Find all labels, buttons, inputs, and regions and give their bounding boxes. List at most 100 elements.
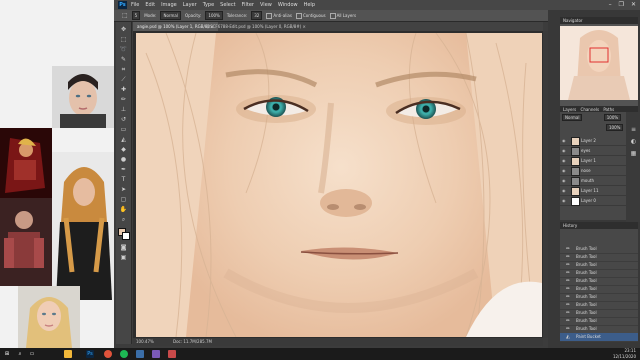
navigator-title[interactable]: Navigator bbox=[560, 18, 583, 23]
healing-tool-icon[interactable]: ✚ bbox=[119, 86, 128, 94]
eye-icon[interactable]: ◉ bbox=[562, 158, 567, 163]
layer-name: mouth bbox=[581, 178, 594, 183]
history-state-name: Brush Tool bbox=[576, 262, 597, 267]
layer-name: Layer 2 bbox=[581, 138, 596, 143]
brush-icon: ✏ bbox=[566, 270, 571, 276]
zoom-tool-icon[interactable]: ⌕ bbox=[119, 216, 128, 224]
zoom-level[interactable]: 100.47% bbox=[136, 338, 154, 346]
mode-select[interactable]: Normal bbox=[160, 11, 181, 20]
opacity-field[interactable]: 100% bbox=[205, 11, 223, 20]
history-state-name: Brush Tool bbox=[576, 294, 597, 299]
layer-name: nose bbox=[581, 168, 591, 173]
layer-fill-field[interactable]: 100% bbox=[606, 124, 624, 131]
task-view-icon[interactable]: ▭ bbox=[28, 350, 36, 358]
hand-tool-icon[interactable]: ✋ bbox=[119, 206, 128, 214]
chrome-icon[interactable] bbox=[104, 350, 112, 358]
layer-thumbnail bbox=[571, 187, 580, 196]
layer-name: Layer 0 bbox=[581, 198, 596, 203]
app-icon[interactable] bbox=[168, 350, 176, 358]
brush-size-field[interactable]: 5 bbox=[131, 11, 141, 20]
quick-mask-icon[interactable]: ◙ bbox=[119, 244, 128, 252]
blend-mode-select[interactable]: Normal bbox=[562, 114, 583, 121]
dodge-tool-icon[interactable]: ● bbox=[119, 156, 128, 164]
styles-icon[interactable]: ▦ bbox=[629, 150, 638, 158]
background-color-swatch[interactable] bbox=[122, 232, 130, 240]
screen-mode-icon[interactable]: ▣ bbox=[119, 254, 128, 262]
photoshop-icon[interactable]: Ps bbox=[86, 350, 94, 358]
tolerance-field[interactable]: 32 bbox=[251, 11, 263, 20]
minimize-button[interactable]: – bbox=[609, 0, 612, 10]
shape-tool-icon[interactable]: ▢ bbox=[119, 196, 128, 204]
maximize-button[interactable]: ❐ bbox=[619, 0, 624, 10]
history-brush-tool-icon[interactable]: ↺ bbox=[119, 116, 128, 124]
pen-tool-icon[interactable]: ✒ bbox=[119, 166, 128, 174]
move-tool-icon[interactable]: ✥ bbox=[119, 26, 128, 34]
path-select-tool-icon[interactable]: ➤ bbox=[119, 186, 128, 194]
marquee-tool-icon[interactable]: ⬚ bbox=[119, 36, 128, 44]
eye-icon[interactable]: ◉ bbox=[562, 138, 567, 143]
spotify-icon[interactable] bbox=[120, 350, 128, 358]
history-state-name: Brush Tool bbox=[576, 270, 597, 275]
eraser-tool-icon[interactable]: ▭ bbox=[119, 126, 128, 134]
properties-icon[interactable]: ≡ bbox=[629, 126, 638, 134]
stamp-tool-icon[interactable]: ⊥ bbox=[119, 106, 128, 114]
history-state-name: Brush Tool bbox=[576, 318, 597, 323]
eye-icon[interactable]: ◉ bbox=[562, 168, 567, 173]
navigator-panel[interactable] bbox=[560, 24, 638, 106]
eye-icon[interactable]: ◉ bbox=[562, 188, 567, 193]
brush-icon: ✏ bbox=[566, 326, 571, 332]
history-state-name: Brush Tool bbox=[576, 286, 597, 291]
blur-tool-icon[interactable]: ◆ bbox=[119, 146, 128, 154]
folder-icon[interactable] bbox=[64, 350, 72, 358]
document-tab[interactable]: DSCF6788-Edit.psd @ 100% (Layer 0, RGB/8… bbox=[203, 22, 310, 31]
layer-thumbnail bbox=[571, 157, 580, 166]
type-tool-icon[interactable]: T bbox=[119, 176, 128, 184]
eye-icon[interactable]: ◉ bbox=[562, 198, 567, 203]
history-panel-header: History bbox=[560, 222, 638, 229]
windows-taskbar: ⊞ ⌕ ▭ Ps 23:11 12/11/2020 bbox=[0, 348, 640, 360]
menu-view[interactable]: View bbox=[260, 0, 272, 10]
reference-photo-long-hair-man bbox=[52, 152, 116, 300]
adjustments-icon[interactable]: ◐ bbox=[629, 138, 638, 146]
eyedropper-tool-icon[interactable]: ⟋ bbox=[119, 76, 128, 84]
system-clock[interactable]: 23:11 12/11/2020 bbox=[613, 348, 636, 360]
history-state-name: Brush Tool bbox=[576, 326, 597, 331]
clock-date: 12/11/2020 bbox=[612, 354, 636, 359]
app-icon[interactable] bbox=[152, 350, 160, 358]
menu-type[interactable]: Type bbox=[203, 0, 214, 10]
eye-icon[interactable]: ◉ bbox=[562, 148, 567, 153]
app-icon[interactable] bbox=[136, 350, 144, 358]
layer-name: Layer 11 bbox=[581, 188, 599, 193]
menu-help[interactable]: Help bbox=[304, 0, 315, 10]
tool-preset-icon[interactable]: ⬚ bbox=[122, 10, 128, 21]
contiguous-checkbox[interactable]: Contiguous bbox=[295, 10, 326, 21]
menu-filter[interactable]: Filter bbox=[242, 0, 254, 10]
painting-canvas[interactable] bbox=[136, 33, 542, 337]
lasso-tool-icon[interactable]: ➰ bbox=[119, 46, 128, 54]
menu-file[interactable]: File bbox=[131, 0, 139, 10]
menu-select[interactable]: Select bbox=[220, 0, 235, 10]
menu-window[interactable]: Window bbox=[278, 0, 298, 10]
brush-icon: ✏ bbox=[566, 318, 571, 324]
history-state-name: Paint Bucket bbox=[576, 334, 601, 339]
menu-layer[interactable]: Layer bbox=[183, 0, 197, 10]
search-icon[interactable]: ⌕ bbox=[16, 350, 24, 358]
menu-edit[interactable]: Edit bbox=[145, 0, 155, 10]
history-state-selected[interactable]: ◭ Paint Bucket bbox=[560, 333, 638, 342]
paint-bucket-tool-icon[interactable]: ◭ bbox=[119, 136, 128, 144]
close-button[interactable]: ✕ bbox=[631, 0, 636, 10]
history-state-name: Brush Tool bbox=[576, 310, 597, 315]
brush-tool-icon[interactable]: ✏ bbox=[119, 96, 128, 104]
eye-icon[interactable]: ◉ bbox=[562, 178, 567, 183]
windows-icon[interactable]: ⊞ bbox=[3, 350, 11, 358]
menu-image[interactable]: Image bbox=[161, 0, 177, 10]
antialias-checkbox[interactable]: Anti-alias bbox=[266, 10, 292, 21]
crop-tool-icon[interactable]: ⌗ bbox=[119, 66, 128, 74]
status-bar: 100.47% Doc: 11.7M/285.7M bbox=[133, 338, 543, 346]
panel-icon-strip: ≡ ◐ ▦ bbox=[626, 112, 640, 222]
layer-opacity-field[interactable]: 100% bbox=[603, 114, 622, 121]
folder-icon bbox=[571, 177, 580, 186]
all-layers-checkbox[interactable]: All Layers bbox=[329, 10, 356, 21]
history-title[interactable]: History bbox=[560, 223, 577, 228]
quick-select-tool-icon[interactable]: ✎ bbox=[119, 56, 128, 64]
